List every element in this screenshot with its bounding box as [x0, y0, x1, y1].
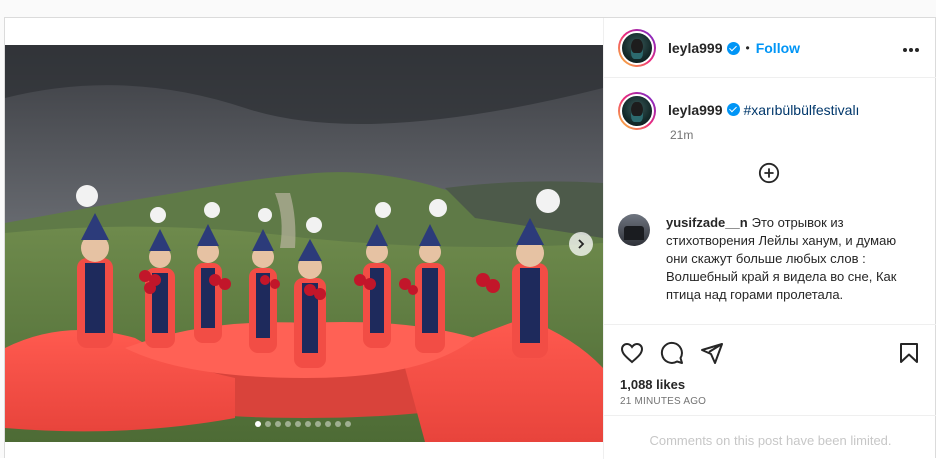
carousel-dot	[265, 421, 271, 427]
avatar-icon	[620, 94, 654, 128]
festival-dancers-photo	[5, 18, 603, 442]
carousel-indicator	[255, 421, 351, 427]
carousel-dot	[315, 421, 321, 427]
carousel-dot	[335, 421, 341, 427]
comment-item: yusifzade__n Это отрывок из стихотворения…	[604, 214, 936, 304]
post-header: leyla999 • Follow	[604, 18, 936, 78]
chevron-right-icon	[578, 239, 585, 249]
carousel-dot	[285, 421, 291, 427]
post-caption: leyla999 #xarıbülbülfestivalı 21m	[604, 78, 936, 198]
more-options-icon[interactable]	[902, 42, 920, 53]
post-sidebar: leyla999 • Follow leyla999 #xarıbülbülfes…	[603, 18, 936, 459]
avatar-icon	[620, 30, 654, 65]
commenter-avatar[interactable]	[618, 214, 650, 246]
caption-timestamp: 21m	[670, 128, 694, 142]
post-card: leyla999 • Follow leyla999 #xarıbülbülfes…	[4, 17, 936, 459]
caption-text: leyla999 #xarıbülbülfestivalı	[668, 92, 859, 119]
caption-username[interactable]: leyla999	[668, 102, 723, 118]
next-image-button[interactable]	[569, 232, 593, 256]
carousel-dot	[275, 421, 281, 427]
page-background: leyla999 • Follow leyla999 #xarıbülbülfes…	[0, 0, 936, 459]
post-time-ago: 21 MINUTES AGO	[620, 396, 707, 407]
follow-button[interactable]: Follow	[756, 40, 800, 56]
heart-icon[interactable]	[620, 341, 644, 365]
plus-circle-icon[interactable]	[758, 162, 780, 184]
comment-username[interactable]: yusifzade__n	[666, 215, 748, 230]
caption-hashtag[interactable]: #xarıbülbülfestivalı	[744, 102, 860, 118]
comment-icon[interactable]	[660, 341, 684, 365]
author-username[interactable]: leyla999	[668, 40, 723, 56]
likes-count[interactable]: 1,088 likes	[620, 377, 921, 392]
verified-badge-icon	[726, 42, 740, 55]
comment-text-block: yusifzade__n Это отрывок из стихотворения…	[666, 214, 916, 304]
post-actions: 1,088 likes 21 MINUTES AGO	[604, 324, 936, 407]
carousel-dot	[255, 421, 261, 427]
carousel-dot	[325, 421, 331, 427]
post-image[interactable]	[5, 18, 603, 442]
caption-avatar[interactable]	[618, 92, 656, 130]
share-icon[interactable]	[700, 341, 724, 365]
carousel-dot	[295, 421, 301, 427]
carousel-dot	[305, 421, 311, 427]
author-avatar[interactable]	[618, 28, 656, 67]
comments-limited-notice: Comments on this post have been limited.	[604, 415, 936, 459]
bookmark-icon[interactable]	[897, 341, 921, 365]
verified-badge-icon	[726, 103, 740, 116]
carousel-dot	[345, 421, 351, 427]
separator-dot: •	[745, 40, 750, 55]
